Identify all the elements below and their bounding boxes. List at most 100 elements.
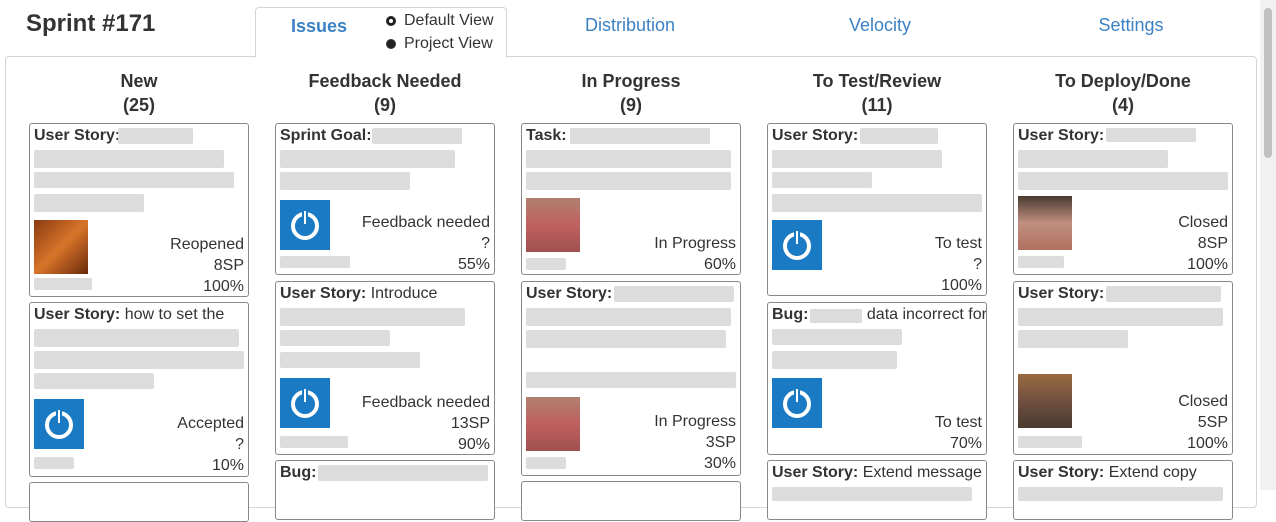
issue-type: User Story: (34, 306, 121, 323)
issue-status: Reopened (170, 236, 244, 253)
issue-type: Task: (526, 127, 567, 144)
column-title: In Progress (581, 71, 681, 91)
issue-status: Closed (1178, 214, 1228, 231)
issue-title: how to set the (124, 306, 225, 323)
issue-status: To test (934, 235, 982, 252)
issue-card[interactable] (29, 482, 249, 522)
issue-type: User Story: (772, 127, 859, 144)
default-view-radio[interactable] (386, 16, 396, 26)
story-points: 13SP (450, 415, 490, 432)
assignee-avatar (34, 399, 84, 449)
issue-card[interactable]: User Story: To test ? 100% (767, 123, 987, 296)
column-count: (9) (620, 95, 642, 115)
issue-card[interactable]: Bug: (275, 460, 495, 520)
story-points: ? (973, 256, 982, 273)
power-icon (783, 229, 811, 260)
default-view-option[interactable]: Default View (386, 11, 494, 31)
issue-status: In Progress (654, 235, 736, 252)
power-icon (291, 387, 319, 418)
issue-type: Bug: (280, 464, 317, 481)
column-title: To Deploy/Done (1055, 71, 1191, 91)
column-count: (9) (374, 95, 396, 115)
power-icon (783, 387, 811, 418)
issue-type: User Story: (34, 127, 121, 144)
sprint-title: Sprint #171 (26, 10, 156, 37)
column-count: (25) (122, 95, 155, 115)
scrollbar-thumb[interactable] (1264, 8, 1272, 158)
issue-title: data incorrect for (866, 306, 987, 323)
column-title: Feedback Needed (308, 71, 462, 91)
assignee-avatar (280, 378, 330, 428)
project-view-option[interactable]: Project View (386, 34, 493, 54)
story-points: 8SP (213, 257, 244, 274)
issue-type: User Story: (1018, 464, 1105, 481)
issue-title: Extend message (862, 464, 982, 481)
issue-card[interactable] (521, 481, 741, 521)
tab-issues[interactable]: Issues Default View Project View (255, 7, 507, 58)
story-points: 3SP (705, 434, 736, 451)
tab-issues-label[interactable]: Issues (291, 8, 347, 45)
issue-status: In Progress (654, 413, 736, 430)
project-view-label[interactable]: Project View (404, 34, 493, 54)
issue-card[interactable]: User Story: Closed 8SP 100% (1013, 123, 1233, 275)
progress-percent: 60% (703, 256, 736, 273)
story-points: 8SP (1197, 235, 1228, 252)
issue-status: Closed (1178, 393, 1228, 410)
issue-type: User Story: (280, 285, 367, 302)
issue-card[interactable]: User Story: Extend copy (1013, 460, 1233, 520)
assignee-avatar (526, 198, 580, 252)
story-points: ? (235, 436, 244, 453)
default-view-label[interactable]: Default View (404, 11, 494, 31)
issue-card[interactable]: User Story: Closed 5SP 100% (1013, 281, 1233, 455)
sprint-board: New (25) Feedback Needed (9) In Progress… (5, 56, 1257, 522)
issue-type: User Story: (1018, 285, 1105, 302)
column-header-feedback: Feedback Needed (9) (274, 69, 496, 117)
issue-card[interactable]: User Story: how to set the Accepted ? 10… (29, 302, 249, 477)
issue-type: Sprint Goal: (280, 127, 372, 144)
issue-card[interactable]: Task: In Progress 60% (521, 123, 741, 275)
issue-card[interactable]: Bug: data incorrect for To test 70% (767, 302, 987, 455)
progress-percent: 100% (203, 278, 244, 295)
project-view-radio[interactable] (386, 39, 396, 49)
issue-card[interactable]: Sprint Goal: Feedback needed ? 55% (275, 123, 495, 275)
progress-percent: 100% (1187, 256, 1228, 273)
tab-settings[interactable]: Settings (1031, 7, 1231, 56)
issue-card[interactable]: User Story: Extend message (767, 460, 987, 520)
progress-percent: 55% (457, 256, 490, 273)
progress-percent: 90% (457, 436, 490, 453)
column-title: To Test/Review (812, 71, 942, 91)
power-icon (291, 209, 319, 240)
column-header-done: To Deploy/Done (4) (1012, 69, 1234, 117)
progress-percent: 100% (1187, 435, 1228, 452)
tab-distribution[interactable]: Distribution (530, 7, 730, 56)
assignee-avatar (526, 397, 580, 451)
progress-percent: 30% (703, 455, 736, 472)
issue-card[interactable]: User Story: Reopened 8SP 100% (29, 123, 249, 297)
issue-card[interactable]: User Story: Introduce Feedback needed 13… (275, 281, 495, 455)
issue-status: Feedback needed (361, 394, 490, 411)
progress-percent: 10% (211, 457, 244, 474)
assignee-avatar (1018, 374, 1072, 428)
issue-status: Accepted (177, 415, 244, 432)
progress-percent: 100% (941, 277, 982, 294)
column-header-new: New (25) (28, 69, 250, 117)
story-points: 5SP (1197, 414, 1228, 431)
issue-status: To test (934, 414, 982, 431)
issue-title: Introduce (370, 285, 438, 302)
issue-status: Feedback needed (361, 214, 490, 231)
page-scrollbar[interactable] (1260, 0, 1276, 490)
assignee-avatar (280, 200, 330, 250)
column-count: (4) (1112, 95, 1134, 115)
issue-type: User Story: (1018, 127, 1105, 144)
assignee-avatar (772, 378, 822, 428)
issue-card[interactable]: User Story: In Progress 3SP 30% (521, 281, 741, 476)
column-header-in-progress: In Progress (9) (520, 69, 742, 117)
issue-type: Bug: (772, 306, 809, 323)
assignee-avatar (34, 220, 88, 274)
issue-type: User Story: (772, 464, 859, 481)
issue-type: User Story: (526, 285, 613, 302)
progress-percent: 70% (949, 435, 982, 452)
assignee-avatar (772, 220, 822, 270)
tab-velocity[interactable]: Velocity (780, 7, 980, 56)
column-count: (11) (861, 95, 893, 115)
